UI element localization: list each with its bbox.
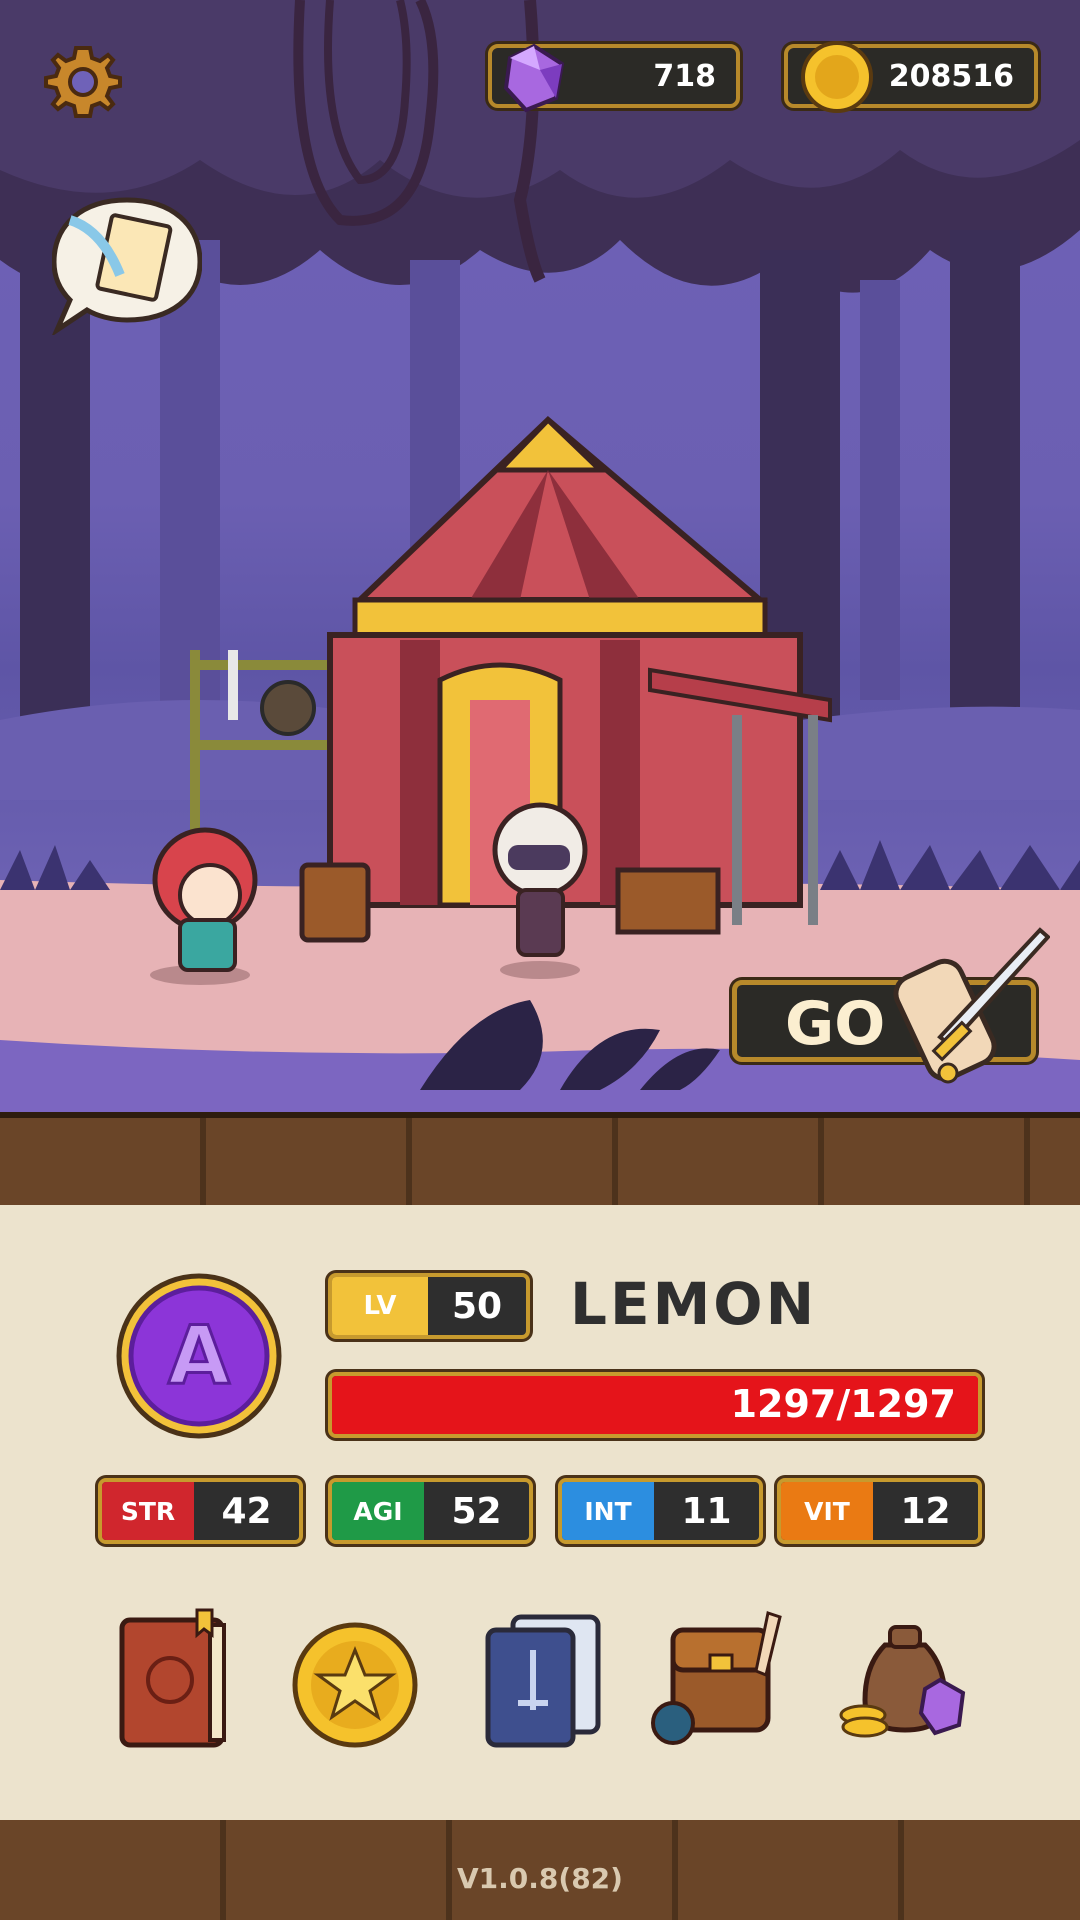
stat-str-tag: STR bbox=[102, 1482, 194, 1540]
loot-bag-button[interactable] bbox=[835, 1605, 975, 1755]
hero-book-icon bbox=[119, 1608, 226, 1748]
svg-text:A: A bbox=[168, 1309, 230, 1402]
hero-name: LEMON bbox=[570, 1270, 818, 1338]
level-value: 50 bbox=[451, 1285, 503, 1327]
level-box: LV 50 bbox=[328, 1273, 530, 1339]
gold-count: 208516 bbox=[888, 58, 1014, 94]
stat-int-tag: INT bbox=[562, 1482, 654, 1540]
star-coin-icon bbox=[292, 1622, 418, 1748]
scroll-sword-icon bbox=[893, 927, 1050, 1084]
gem-count: 718 bbox=[653, 58, 716, 94]
stat-vit: VIT 12 bbox=[777, 1478, 982, 1544]
card-deck-icon bbox=[485, 1614, 601, 1748]
settings-button[interactable] bbox=[40, 42, 126, 128]
quest-scroll-icon bbox=[51, 197, 203, 337]
card-deck-button[interactable] bbox=[478, 1605, 608, 1755]
hero-book-button[interactable] bbox=[112, 1605, 242, 1755]
stat-agi-value: 52 bbox=[451, 1490, 502, 1532]
loot-bag-icon bbox=[839, 1625, 966, 1738]
wood-divider-top bbox=[0, 1112, 1080, 1218]
star-coin-button[interactable] bbox=[290, 1605, 420, 1755]
rank-badge[interactable]: A bbox=[114, 1271, 284, 1441]
hp-text: 1297/1297 bbox=[730, 1382, 956, 1426]
gold-coin-icon bbox=[801, 41, 873, 113]
stat-int-value: 11 bbox=[681, 1490, 732, 1532]
stat-vit-tag: VIT bbox=[781, 1482, 873, 1540]
stat-agi-tag: AGI bbox=[332, 1482, 424, 1540]
go-label: GO bbox=[785, 989, 886, 1059]
backpack-icon bbox=[651, 1611, 782, 1745]
purple-gem-icon bbox=[503, 43, 565, 113]
purple-rank-a-badge-icon: A bbox=[116, 1273, 282, 1439]
version-label: V1.0.8(82) bbox=[457, 1862, 623, 1895]
hp-bar: 1297/1297 bbox=[328, 1372, 982, 1438]
stat-str: STR 42 bbox=[98, 1478, 303, 1544]
backpack-button[interactable] bbox=[648, 1605, 798, 1755]
stat-vit-value: 12 bbox=[900, 1490, 951, 1532]
level-tag: LV bbox=[332, 1277, 428, 1335]
quest-button[interactable] bbox=[51, 190, 203, 337]
stat-str-value: 42 bbox=[221, 1490, 272, 1532]
gear-icon bbox=[44, 46, 122, 118]
stat-int: INT 11 bbox=[558, 1478, 763, 1544]
stat-agi: AGI 52 bbox=[328, 1478, 533, 1544]
game-scene: 718 208516 GO bbox=[0, 0, 1080, 1115]
